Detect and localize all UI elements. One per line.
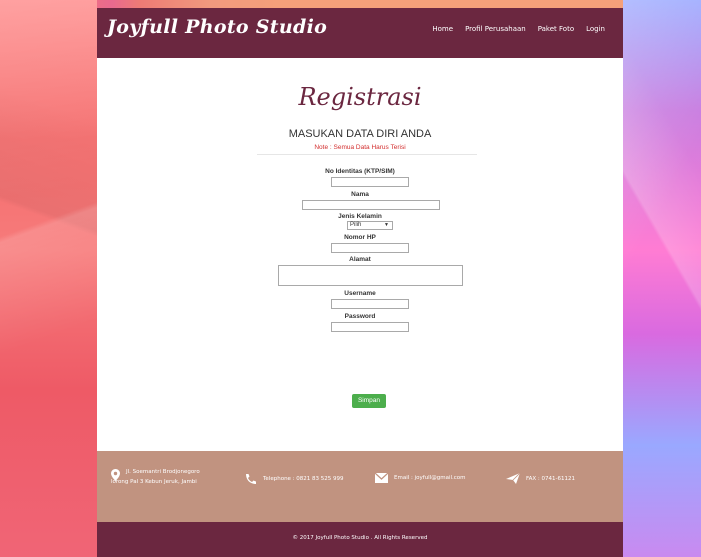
envelope-icon	[375, 473, 388, 483]
footer-fax: FAX : 0741-61121	[506, 473, 575, 484]
alamat-textarea[interactable]	[278, 265, 463, 286]
bottom-bar: © 2017 Joyfull Photo Studio . All Rights…	[97, 522, 623, 557]
label-alamat: Alamat	[349, 256, 371, 263]
footer-address: Jl. Soemantri Brodjonegoro lorong Pal 3 …	[111, 469, 200, 485]
label-password: Password	[344, 313, 376, 320]
divider	[257, 154, 477, 155]
fax-text: FAX : 0741-61121	[526, 475, 576, 482]
paper-plane-icon	[506, 473, 520, 484]
navbar: Joyfull Photo Studio Home Profil Perusah…	[97, 8, 623, 58]
footer-telephone: Telephone : 0821 83 525 999	[244, 473, 344, 485]
password-input[interactable]	[331, 322, 409, 332]
label-username: Username	[344, 290, 376, 297]
nav-paket-foto[interactable]: Paket Foto	[538, 25, 574, 33]
nav-login[interactable]: Login	[586, 25, 605, 33]
background-left	[0, 0, 97, 557]
nav-links: Home Profil Perusahaan Paket Foto Login	[432, 25, 605, 33]
telephone-text: Telephone : 0821 83 525 999	[263, 476, 344, 482]
jenis-kelamin-select[interactable]: Pilih ▼	[347, 221, 393, 230]
label-nomor-hp: Nomor HP	[344, 234, 376, 241]
footer-info: Jl. Soemantri Brodjonegoro lorong Pal 3 …	[97, 451, 623, 522]
nomor-hp-input[interactable]	[331, 243, 409, 253]
email-text: Email : joyfull@gmail.com	[394, 475, 466, 481]
username-input[interactable]	[331, 299, 409, 309]
copyright-text: © 2017 Joyfull Photo Studio . All Rights…	[292, 535, 428, 541]
no-identitas-input[interactable]	[331, 177, 409, 187]
chevron-down-icon: ▼	[384, 222, 389, 228]
label-nama: Nama	[351, 191, 369, 198]
form-note: Note : Semua Data Harus Terisi	[314, 144, 406, 151]
address-line-1: Jl. Soemantri Brodjonegoro	[126, 469, 200, 475]
form-subtitle: MASUKAN DATA DIRI ANDA	[288, 128, 432, 140]
footer-email: Email : joyfull@gmail.com	[375, 473, 466, 483]
nav-home[interactable]: Home	[432, 25, 453, 33]
address-line-2: lorong Pal 3 Kebun Jeruk, Jambi	[111, 479, 197, 485]
label-jenis-kelamin: Jenis Kelamin	[338, 213, 382, 220]
page-title: Registrasi	[298, 83, 422, 111]
jenis-kelamin-value: Pilih	[350, 222, 362, 228]
nama-input[interactable]	[302, 200, 440, 210]
background-right	[623, 0, 701, 557]
label-no-identitas: No Identitas (KTP/SIM)	[325, 168, 395, 175]
nav-profil-perusahaan[interactable]: Profil Perusahaan	[465, 25, 526, 33]
brand-logo[interactable]: Joyfull Photo Studio	[107, 16, 327, 38]
page-frame: Joyfull Photo Studio Home Profil Perusah…	[97, 8, 623, 557]
simpan-button[interactable]: Simpan	[352, 394, 386, 408]
registration-panel: Registrasi MASUKAN DATA DIRI ANDA Note :…	[97, 58, 623, 451]
phone-icon	[246, 474, 256, 484]
